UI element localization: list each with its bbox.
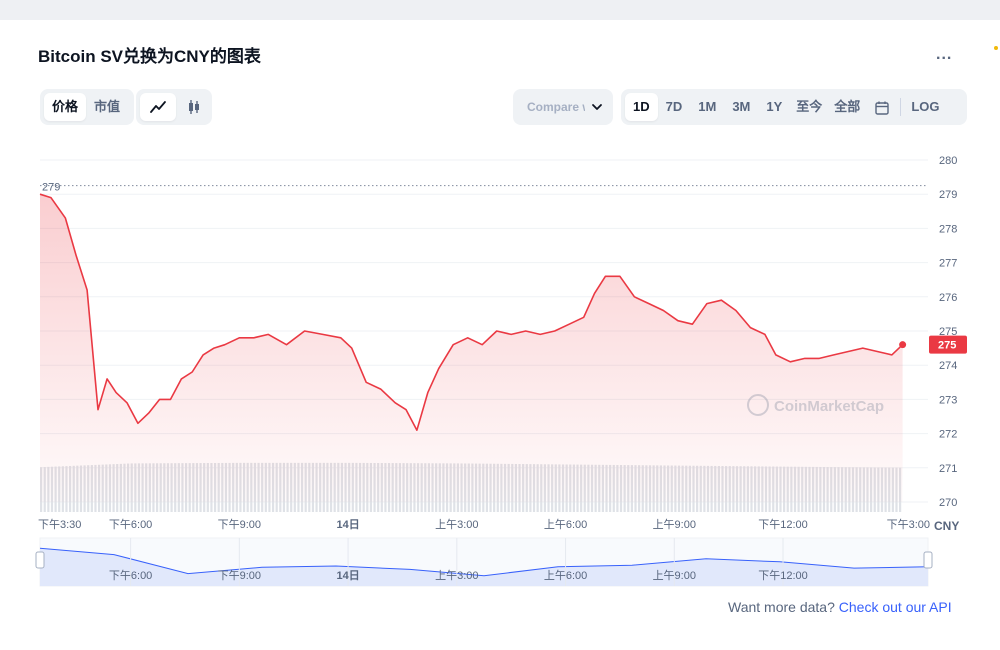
navigator-handle-left[interactable] [35,551,45,569]
current-price-dot [899,341,907,349]
navigator-handle-right[interactable] [923,551,933,569]
navigator-label-6: 下午12:00 [758,569,808,582]
y-tick-label-9: 271 [939,463,957,475]
x-tick-label-7: 下午12:00 [758,518,808,531]
y-tick-label-10: 270 [939,497,957,509]
navigator-label-5: 上午9:00 [653,569,696,582]
x-tick-label-0: 下午3:30 [38,518,81,531]
watermark-text: CoinMarketCap [774,398,884,415]
navigator-label-4: 上午6:00 [544,569,587,582]
y-tick-label-8: 272 [939,429,957,441]
price-area [40,194,903,502]
x-tick-label-6: 上午9:00 [653,518,696,531]
navigator-label-1: 下午9:00 [218,569,261,582]
navigator-label-0: 下午6:00 [109,569,152,582]
price-chart: 280279278277276275274273272271270279275C… [35,155,967,587]
x-tick-label-5: 上午6:00 [544,518,587,531]
x-tick-label-3: 14日 [336,518,359,531]
footer-text: Want more data? [728,599,835,615]
y-tick-label-4: 276 [939,292,957,304]
currency-label: CNY [934,519,959,533]
y-tick-label-0: 280 [939,155,957,167]
x-tick-label-2: 下午9:00 [218,518,261,531]
y-tick-label-7: 273 [939,394,957,406]
y-tick-label-1: 279 [939,189,957,201]
y-tick-label-6: 274 [939,360,957,372]
x-tick-label-8: 下午3:00 [887,518,930,531]
start-price-label: 279 [42,182,60,194]
y-tick-label-2: 278 [939,223,957,235]
y-tick-label-3: 277 [939,258,957,270]
x-tick-label-1: 下午6:00 [109,518,152,531]
navigator-label-3: 上午3:00 [435,569,478,582]
x-tick-label-4: 上午3:00 [435,518,478,531]
api-link[interactable]: Check out our API [839,599,952,615]
footer: Want more data? Check out our API [728,599,952,615]
navigator-label-2: 14日 [336,569,359,582]
current-price-label: 275 [938,340,956,352]
